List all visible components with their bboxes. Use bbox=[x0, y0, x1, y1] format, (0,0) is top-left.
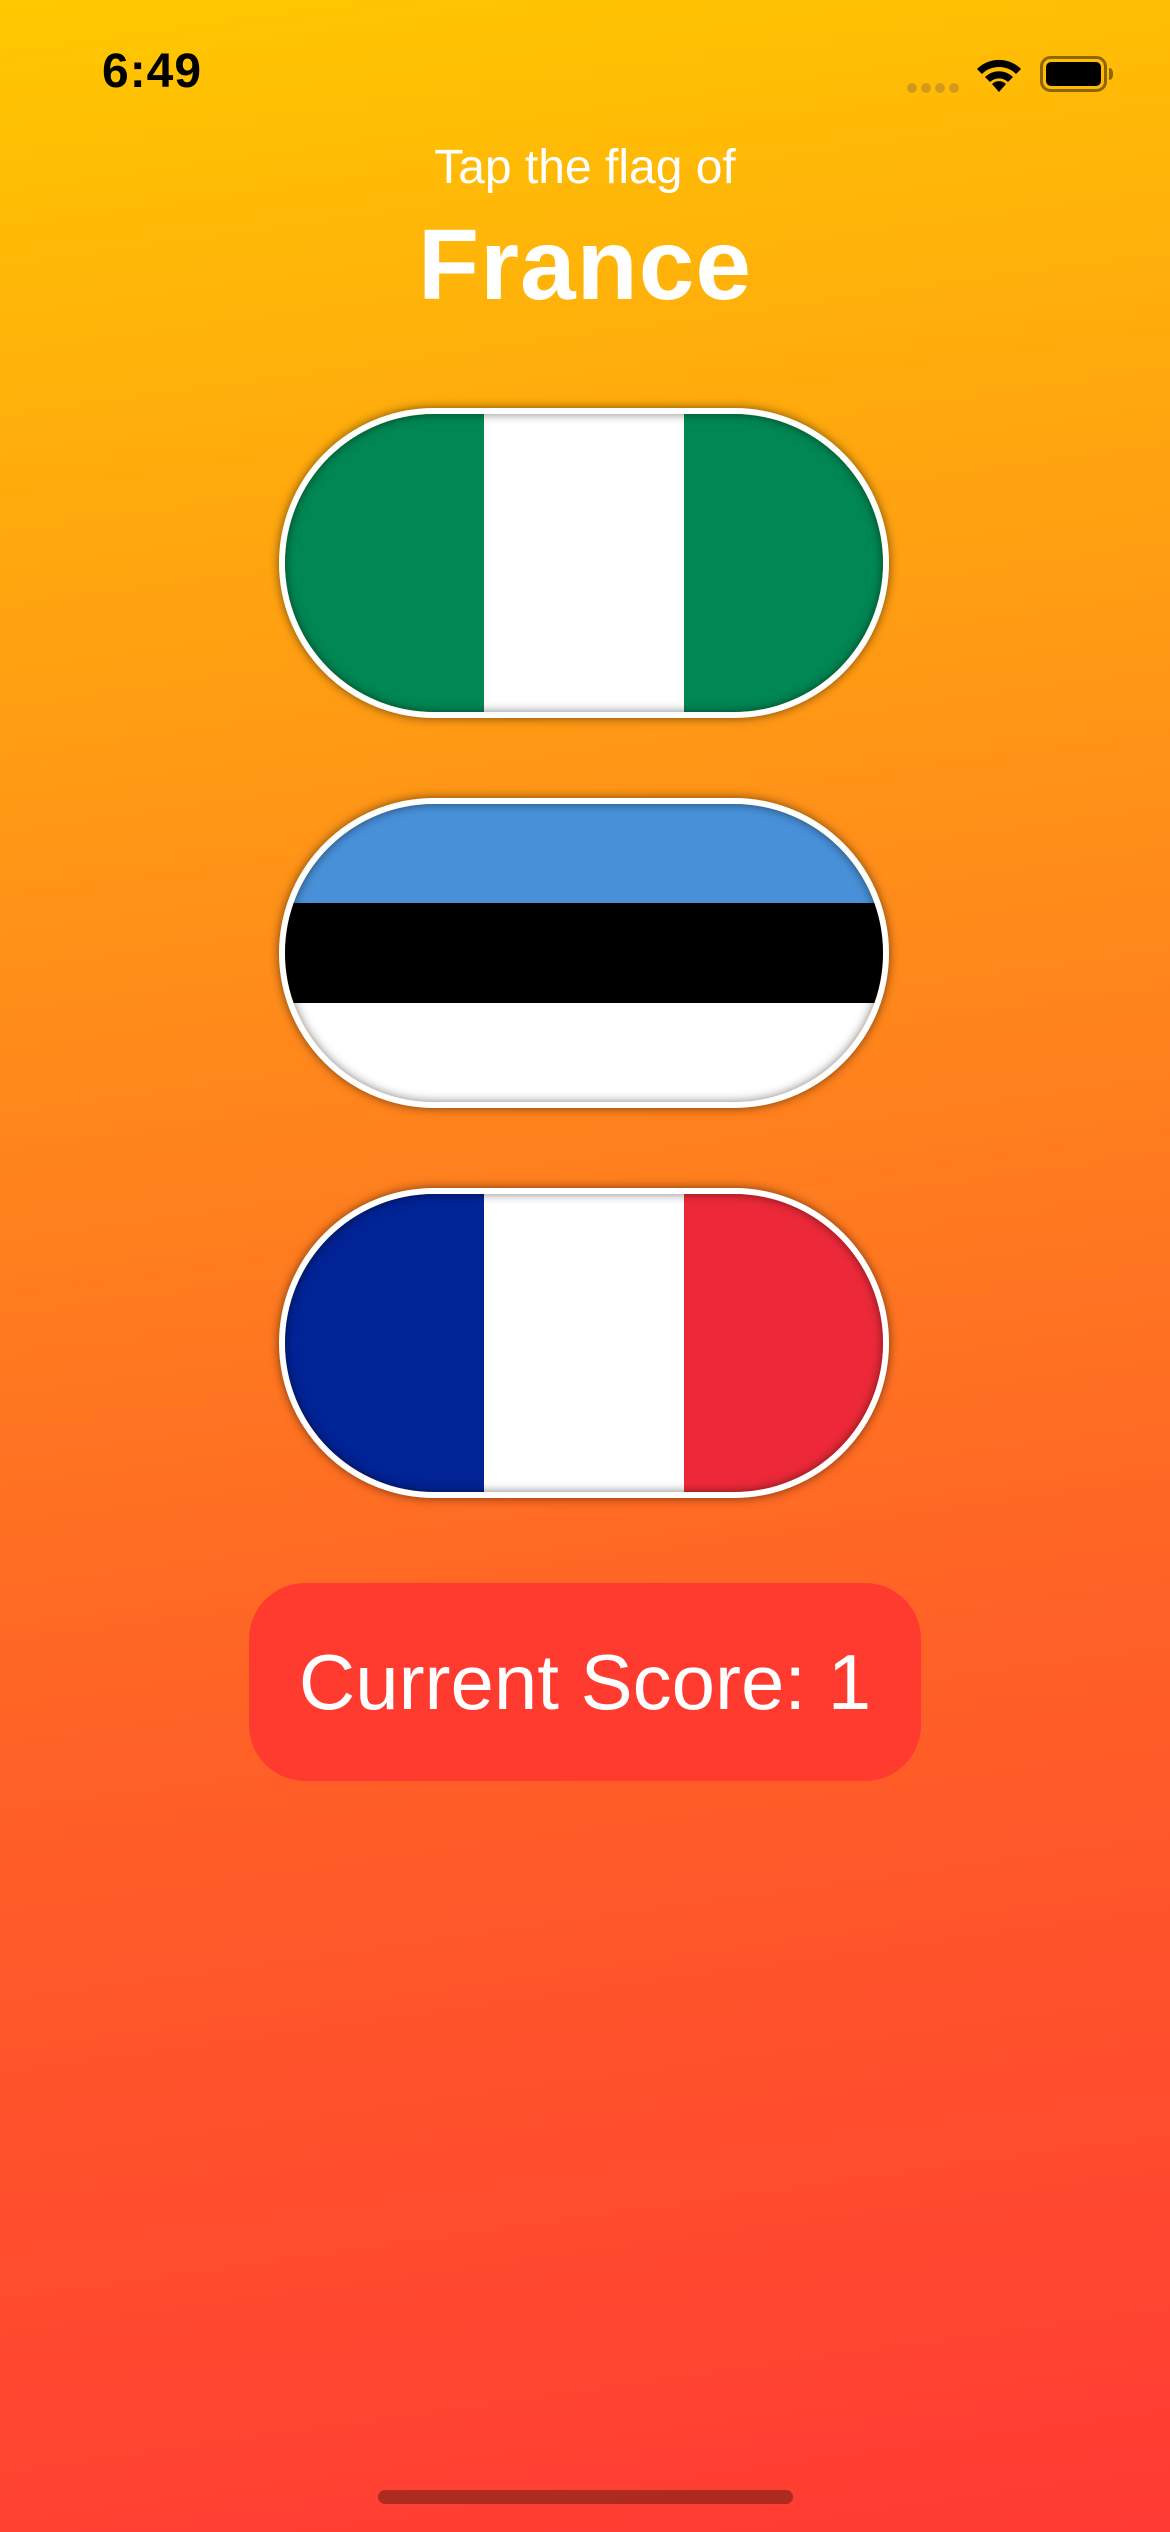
flag-stripe bbox=[683, 414, 883, 712]
flag-stripe bbox=[484, 414, 684, 712]
flag-stripe bbox=[285, 1002, 883, 1102]
flag-stripe bbox=[484, 1194, 684, 1492]
cellular-signal-icon bbox=[907, 83, 959, 93]
france-flag-icon bbox=[285, 1194, 883, 1492]
prompt-label: Tap the flag of bbox=[434, 141, 736, 194]
flag-button-estonia[interactable] bbox=[279, 798, 889, 1108]
flag-stripe bbox=[285, 414, 485, 712]
home-indicator[interactable] bbox=[378, 2490, 793, 2504]
status-bar: 6:49 bbox=[0, 0, 1170, 150]
flag-stripe bbox=[683, 1194, 883, 1492]
nigeria-flag-icon bbox=[285, 414, 883, 712]
country-name: France bbox=[418, 209, 752, 321]
flag-button-nigeria[interactable] bbox=[279, 408, 889, 718]
battery-icon bbox=[1040, 56, 1113, 92]
flag-stripe bbox=[285, 903, 883, 1003]
status-time: 6:49 bbox=[102, 45, 203, 98]
flag-stripe bbox=[285, 804, 883, 904]
score-label: Current Score: 1 bbox=[298, 1637, 872, 1726]
flag-button-france[interactable] bbox=[279, 1188, 889, 1498]
score-badge: Current Score: 1 bbox=[249, 1583, 921, 1781]
flag-stripe bbox=[285, 1194, 485, 1492]
wifi-icon bbox=[977, 59, 1021, 92]
estonia-flag-icon bbox=[285, 804, 883, 1102]
